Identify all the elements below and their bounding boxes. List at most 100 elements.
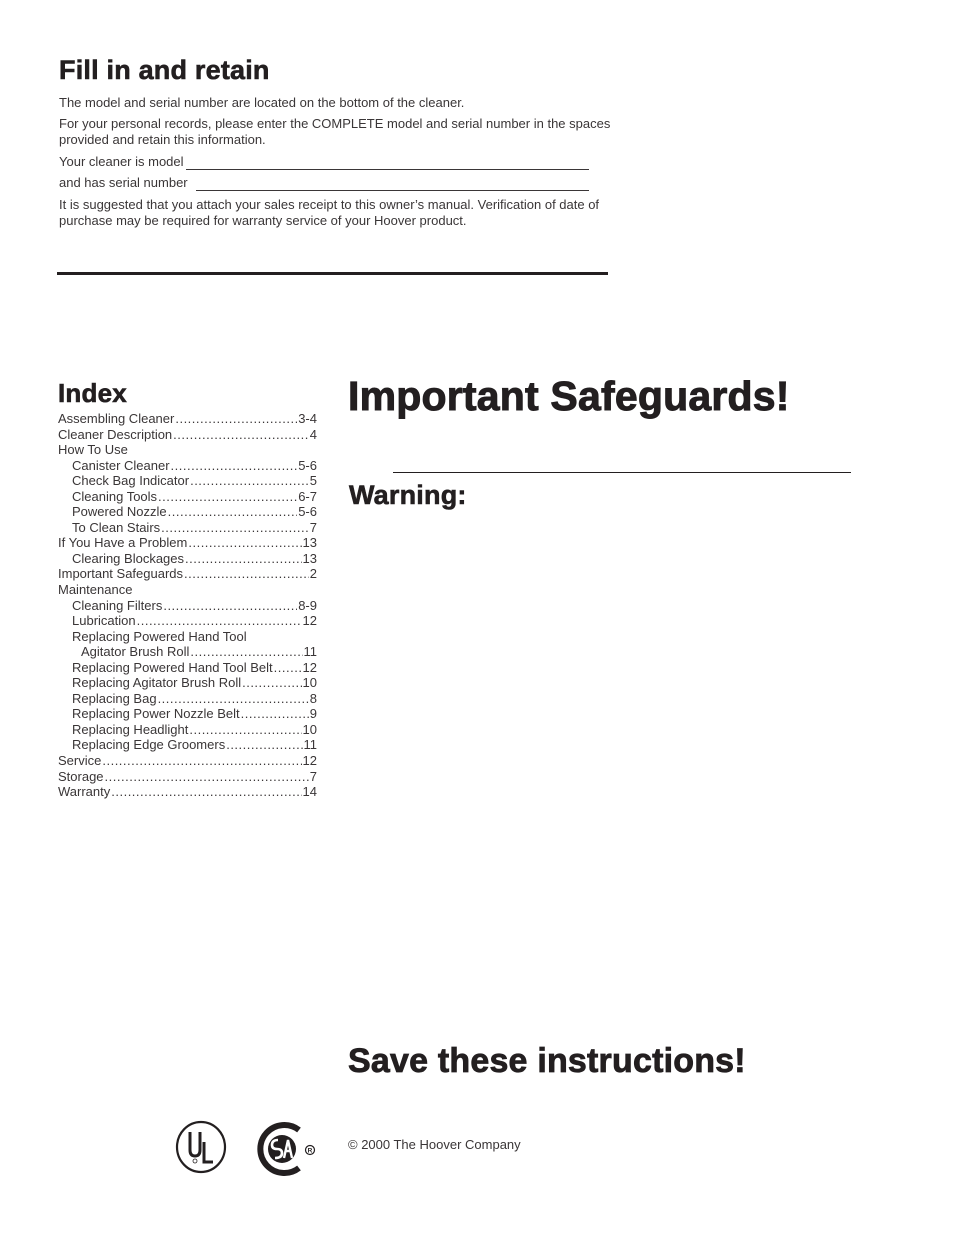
index-entry-label: Replacing Headlight (72, 721, 189, 737)
index-leader-dots (173, 427, 309, 443)
records-instruction-text: For your personal records, please enter … (59, 116, 611, 147)
index-entry-page: 10 (302, 721, 317, 737)
important-safeguards-title: Important Safeguards! (348, 373, 790, 420)
index-entry-label: Service (58, 753, 102, 769)
index-entry: Canister Cleaner 5-6 (58, 458, 317, 474)
index-entry: Replacing Powered Hand Tool (58, 629, 317, 645)
index-entry: Storage 7 (58, 769, 317, 785)
save-instructions-title: Save these instructions! (348, 1042, 746, 1081)
index-entry: How To Use (58, 442, 317, 458)
warning-heading: Warning: (349, 480, 467, 511)
index-entry: To Clean Stairs 7 (58, 520, 317, 536)
index-list: Assembling Cleaner3-4Cleaner Description… (58, 411, 317, 800)
index-leader-dots (190, 644, 302, 660)
index-leader-dots (274, 660, 302, 676)
index-entry-label: How To Use (58, 442, 128, 458)
model-blank-line[interactable] (185, 157, 589, 170)
index-entry-label: Powered Nozzle (72, 504, 167, 520)
index-entry-label: Agitator Brush Roll (81, 644, 190, 660)
model-location-text: The model and serial number are located … (59, 95, 465, 110)
index-leader-dots (158, 691, 309, 707)
index-leader-dots (111, 784, 301, 800)
index-leader-dots (184, 566, 309, 582)
index-entry: Replacing Agitator Brush Roll 10 (58, 675, 317, 691)
index-entry-label: Replacing Bag (72, 690, 157, 706)
index-entry-label: Cleaner Description (58, 426, 173, 442)
index-entry: Clearing Blockages 13 (58, 551, 317, 567)
index-entry: If You Have a Problem 13 (58, 535, 317, 551)
index-entry-page: 5-6 (298, 457, 317, 473)
model-field: Your cleaner is model (59, 154, 589, 170)
index-entry: Powered Nozzle 5-6 (58, 504, 317, 520)
index-leader-dots (163, 598, 297, 614)
index-leader-dots (242, 675, 301, 691)
index-leader-dots (185, 551, 302, 567)
svg-text:R: R (308, 1148, 313, 1155)
index-entry-label: Maintenance (58, 582, 133, 598)
csa-logo-icon: R (257, 1122, 316, 1176)
index-entry-label: Replacing Powered Hand Tool (72, 628, 247, 644)
index-entry-page: 12 (302, 659, 317, 675)
index-entry: Cleaning Tools 6-7 (58, 489, 317, 505)
index-entry: Cleaning Filters 8-9 (58, 598, 317, 614)
index-entry-label: Canister Cleaner (72, 457, 170, 473)
index-entry: Assembling Cleaner 3-4 (58, 411, 317, 427)
index-entry-page: 4 (309, 426, 317, 442)
index-entry: Replacing Bag 8 (58, 691, 317, 707)
index-entry-page: 12 (302, 613, 317, 629)
index-entry-label: Cleaning Filters (72, 597, 163, 613)
serial-blank-line[interactable] (195, 178, 589, 191)
index-entry-label: Storage (58, 768, 104, 784)
index-leader-dots (137, 613, 302, 629)
index-entry-label: Assembling Cleaner (58, 411, 175, 426)
index-entry-label: Important Safeguards (58, 566, 184, 582)
index-leader-dots (161, 520, 309, 536)
index-entry-page: 10 (302, 675, 317, 691)
index-entry-page: 2 (309, 566, 317, 582)
index-entry: Cleaner Description 4 (58, 427, 317, 443)
index-entry: Important Safeguards 2 (58, 566, 317, 582)
index-entry-label: Replacing Edge Groomers (72, 737, 226, 753)
index-entry: Lubrication 12 (58, 613, 317, 629)
index-entry-page: 8-9 (298, 597, 317, 613)
index-entry-page: 9 (309, 706, 317, 722)
index-entry-page: 12 (302, 753, 317, 769)
index-entry-label: Replacing Powered Hand Tool Belt (72, 659, 273, 675)
index-entry-label: If You Have a Problem (58, 535, 188, 551)
index-entry-page: 13 (302, 535, 317, 551)
fill-in-title: Fill in and retain (59, 55, 270, 86)
index-entry-label: Lubrication (72, 613, 136, 629)
index-leader-dots (189, 722, 301, 738)
index-entry-page: 8 (309, 690, 317, 706)
index-entry-label: Check Bag Indicator (72, 473, 190, 489)
index-entry-label: Replacing Agitator Brush Roll (72, 675, 242, 691)
index-entry: Replacing Headlight 10 (58, 722, 317, 738)
index-entry: Maintenance (58, 582, 317, 598)
index-entry-label: Warranty (58, 784, 111, 800)
index-entry-label: Cleaning Tools (72, 488, 158, 504)
index-leader-dots (168, 504, 298, 520)
index-entry-page: 7 (309, 768, 317, 784)
index-entry-page: 6-7 (298, 488, 317, 504)
index-entry-page: 14 (302, 784, 317, 800)
section-divider-thin (393, 472, 851, 473)
index-leader-dots (158, 489, 297, 505)
index-leader-dots (241, 706, 309, 722)
receipt-note-text: It is suggested that you attach your sal… (59, 197, 600, 228)
index-leader-dots (190, 473, 309, 489)
ul-listed-logo-icon (175, 1120, 227, 1174)
index-leader-dots (175, 411, 297, 427)
index-entry: Warranty 14 (58, 784, 317, 800)
index-entry: Service 12 (58, 753, 317, 769)
index-entry-label: To Clean Stairs (72, 519, 161, 535)
index-entry-label: Clearing Blockages (72, 550, 185, 566)
index-entry: Replacing Powered Hand Tool Belt 12 (58, 660, 317, 676)
index-leader-dots (102, 753, 301, 769)
index-leader-dots (105, 769, 309, 785)
index-entry-page: 7 (309, 519, 317, 535)
index-entry: Replacing Power Nozzle Belt 9 (58, 706, 317, 722)
serial-field-label: and has serial number (59, 175, 188, 190)
serial-field: and has serial number (59, 175, 589, 191)
index-title: Index (58, 378, 127, 409)
index-entry-page: 11 (303, 644, 318, 660)
